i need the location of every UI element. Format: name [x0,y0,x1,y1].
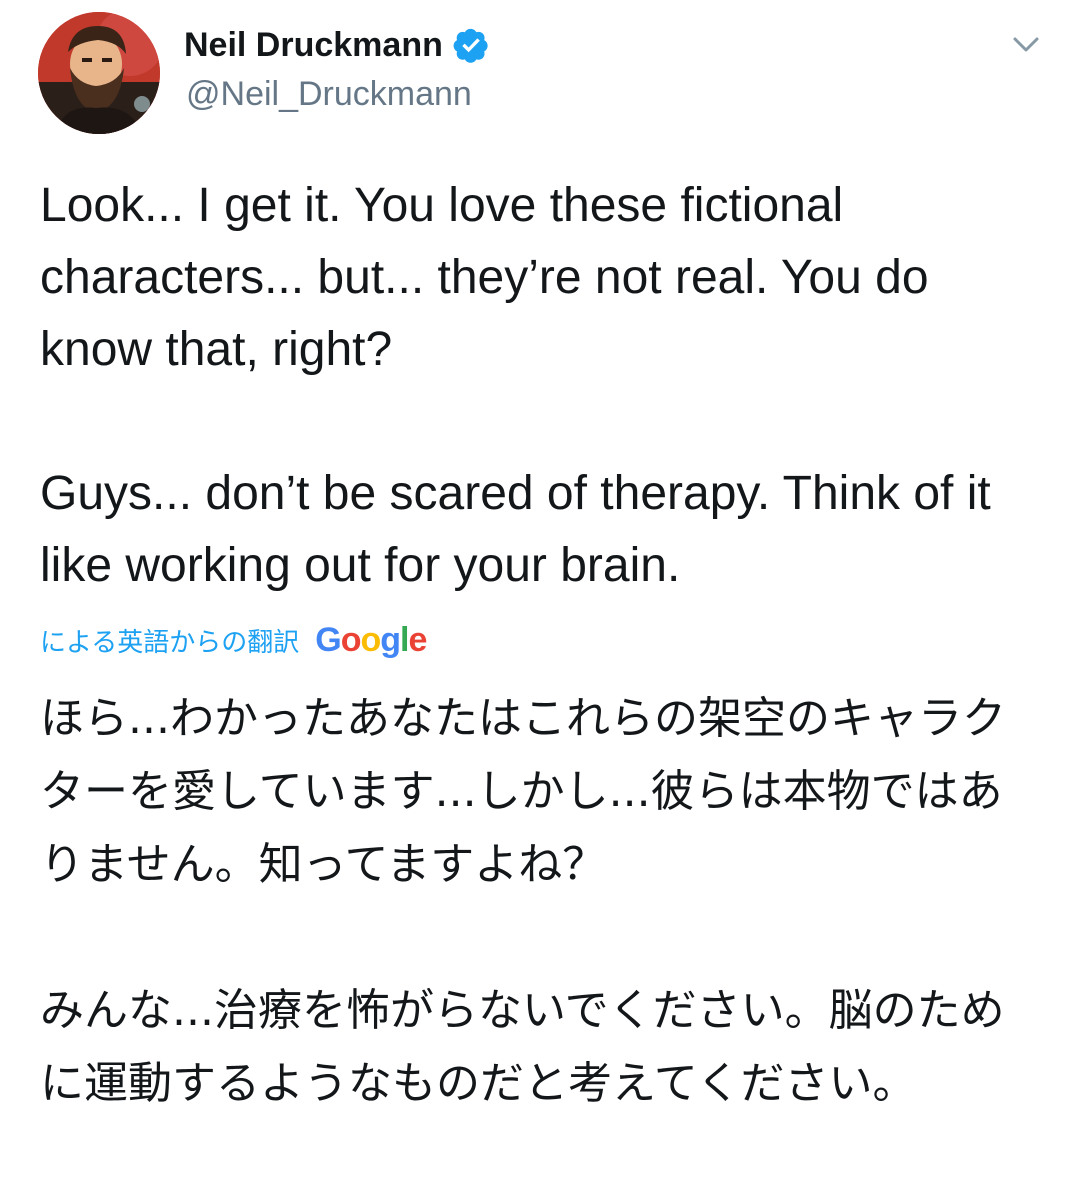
tweet-paragraph: Look... I get it. You love these fiction… [40,179,929,376]
author-display-name[interactable]: Neil Druckmann [184,22,443,68]
google-wordmark: Google [315,620,427,659]
author-handle[interactable]: @Neil_Druckmann [186,72,472,116]
tweet-text: Look... I get it. You love these fiction… [40,170,1050,602]
translated-from-label[interactable]: による英語からの翻訳 [40,622,299,659]
avatar[interactable] [38,12,160,134]
tweet-paragraph: Guys... don’t be scared of therapy. Thin… [40,467,991,592]
avatar-portrait-image [38,12,160,134]
translated-paragraph: みんな...治療を怖がらないでください。脳のために運動するようなものだと考えてく… [40,985,1005,1109]
chevron-down-icon[interactable] [1008,26,1044,62]
google-logo: Google [315,620,427,660]
translation-attribution: による英語からの翻訳 Google [40,614,427,666]
translated-text: ほら...わかったあなたはこれらの架空のキャラクターを愛しています...しかし.… [40,682,1040,1120]
verified-badge-icon [452,26,490,64]
author-name-row: Neil Druckmann [184,22,490,68]
translated-paragraph: ほら...わかったあなたはこれらの架空のキャラクターを愛しています...しかし.… [40,693,1006,890]
